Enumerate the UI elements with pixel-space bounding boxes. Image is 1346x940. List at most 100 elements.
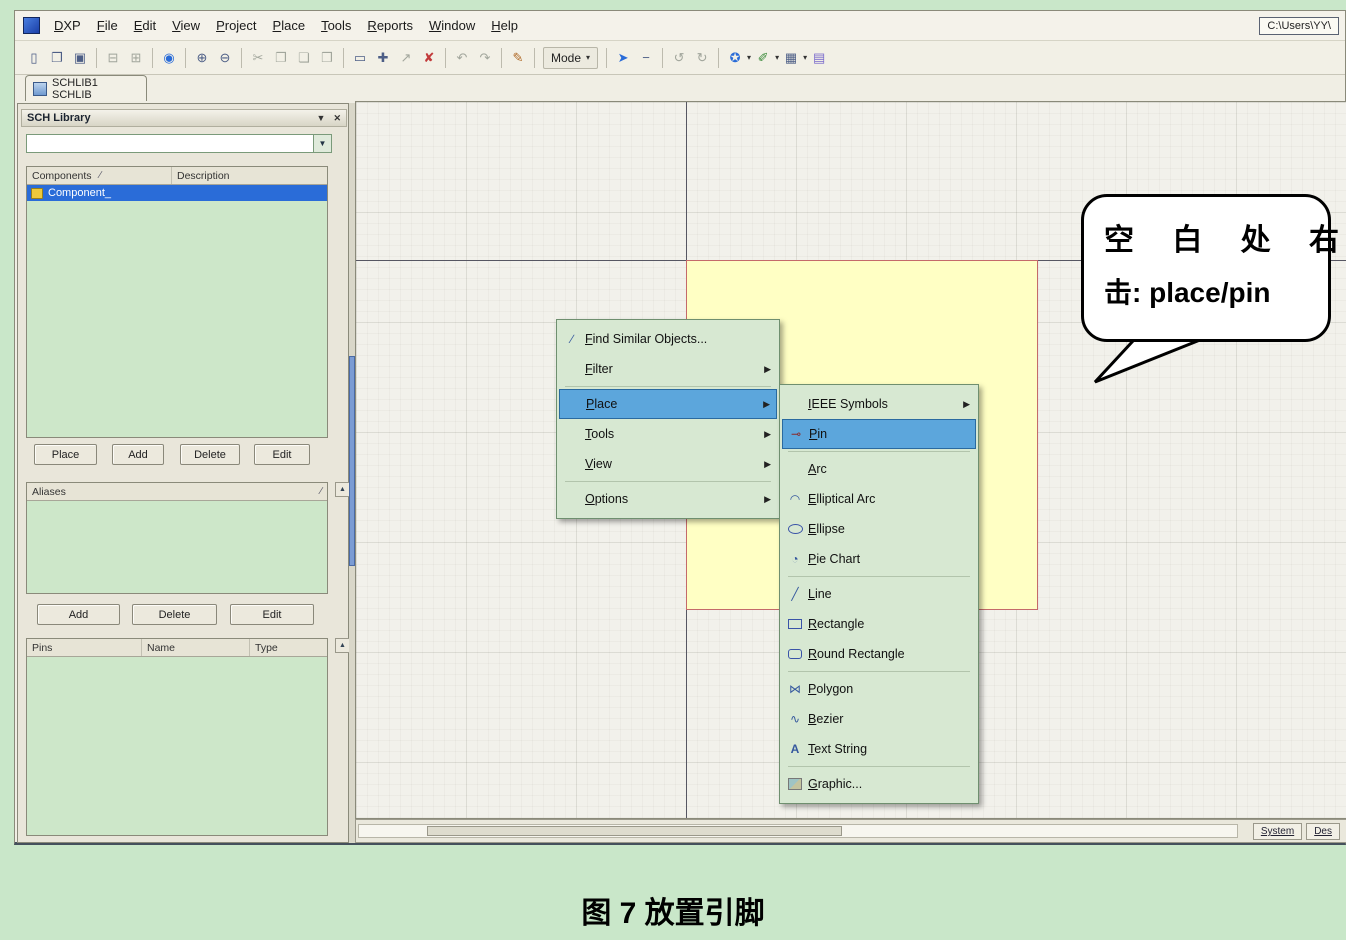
copy-icon[interactable]: ❐ <box>270 47 292 69</box>
components-column-header[interactable]: Components ∕ <box>27 167 172 184</box>
aliases-column-header[interactable]: Aliases ∕ <box>27 483 327 500</box>
menu-item-options[interactable]: Options ▶ <box>559 484 777 514</box>
print-preview-icon[interactable]: ⊞ <box>125 47 147 69</box>
menu-item-label: View <box>585 457 756 471</box>
add-alias-button[interactable]: Add <box>37 604 120 625</box>
menu-item-pie-chart[interactable]: ◔ Pie Chart <box>782 544 976 574</box>
document-tab[interactable]: SCHLIB1 SCHLIB <box>25 75 147 101</box>
zoom-in-icon[interactable]: ⊕ <box>191 47 213 69</box>
brush-icon[interactable]: ✎ <box>507 47 529 69</box>
combo-dropdown-icon[interactable]: ▼ <box>313 135 331 152</box>
place-button[interactable]: Place <box>34 444 97 465</box>
menu-item-text-string[interactable]: A Text String <box>782 734 976 764</box>
menu-file[interactable]: File <box>89 15 126 36</box>
submenu-arrow-icon: ▶ <box>764 429 771 440</box>
chevron-down-icon[interactable]: ▾ <box>747 53 751 62</box>
menu-item-graphic[interactable]: Graphic... <box>782 769 976 799</box>
pins-list[interactable]: Pins Name Type <box>26 638 328 836</box>
rotate-left-icon[interactable]: ↺ <box>668 47 690 69</box>
component-list-item-selected[interactable]: Component_ <box>27 185 327 201</box>
menu-place[interactable]: Place <box>265 15 314 36</box>
grid-icon[interactable]: ▦ <box>780 47 802 69</box>
move-icon[interactable]: ✚ <box>372 47 394 69</box>
toolbar-separator <box>96 48 97 68</box>
description-column-header[interactable]: Description <box>172 167 327 184</box>
add-component-button[interactable]: Add <box>112 444 164 465</box>
menu-item-pin[interactable]: ⊸ Pin <box>782 419 976 449</box>
scroll-up-icon[interactable]: ▲ <box>335 482 350 497</box>
horizontal-scrollbar[interactable] <box>358 824 1238 838</box>
drag-icon[interactable]: ↗ <box>395 47 417 69</box>
menu-view[interactable]: View <box>164 15 208 36</box>
menu-item-filter[interactable]: Filter ▶ <box>559 354 777 384</box>
aliases-list[interactable]: Aliases ∕ <box>26 482 328 594</box>
panel-menu-caret-icon[interactable]: ▼ <box>317 113 326 123</box>
menu-item-round-rectangle[interactable]: Round Rectangle <box>782 639 976 669</box>
menu-item-polygon[interactable]: ⋈ Polygon <box>782 674 976 704</box>
toolbar-separator <box>606 48 607 68</box>
menu-edit[interactable]: Edit <box>126 15 164 36</box>
cut-icon[interactable]: ✂ <box>247 47 269 69</box>
print-icon[interactable]: ⊟ <box>102 47 124 69</box>
scroll-up-icon[interactable]: ▲ <box>335 638 350 653</box>
panel-close-icon[interactable]: ✕ <box>333 113 341 124</box>
pencil-icon[interactable]: ✐ <box>752 47 774 69</box>
menu-window[interactable]: Window <box>421 15 483 36</box>
type-column-header[interactable]: Type <box>250 639 327 656</box>
toolbar: ▯ ❐ ▣ ⊟ ⊞ ◉ ⊕ ⊖ ✂ ❐ ❏ ❒ ▭ ✚ ↗ ✘ ↶ ↷ ✎ <box>15 41 1345 75</box>
edit-component-button[interactable]: Edit <box>254 444 310 465</box>
sch-library-panel: SCH Library ▼ ✕ ▼ Components ∕ Descripti… <box>17 103 349 843</box>
save-icon[interactable]: ▣ <box>69 47 91 69</box>
design-panels-tab[interactable]: Des <box>1306 823 1340 840</box>
chevron-down-icon[interactable]: ▾ <box>775 53 779 62</box>
menu-item-view[interactable]: View ▶ <box>559 449 777 479</box>
name-column-header[interactable]: Name <box>142 639 250 656</box>
delete-component-button[interactable]: Delete <box>180 444 240 465</box>
menu-item-arc[interactable]: Arc <box>782 454 976 484</box>
menu-item-place[interactable]: Place ▶ <box>559 389 777 419</box>
toolbar-separator <box>534 48 535 68</box>
selection-icon[interactable]: ▭ <box>349 47 371 69</box>
zoom-out-icon[interactable]: ⊖ <box>214 47 236 69</box>
component-filter-input[interactable] <box>27 135 313 152</box>
forward-icon[interactable]: ➤ <box>612 47 634 69</box>
redo-icon[interactable]: ↷ <box>474 47 496 69</box>
menu-item-ellipse[interactable]: Ellipse <box>782 514 976 544</box>
menu-project[interactable]: Project <box>208 15 264 36</box>
clear-filter-icon[interactable]: ✘ <box>418 47 440 69</box>
aliases-list-header: Aliases ∕ <box>27 483 327 501</box>
menu-reports[interactable]: Reports <box>359 15 421 36</box>
paste-icon[interactable]: ❏ <box>293 47 315 69</box>
rotate-right-icon[interactable]: ↻ <box>691 47 713 69</box>
menu-help[interactable]: Help <box>483 15 526 36</box>
menu-item-elliptical-arc[interactable]: ◠ Elliptical Arc <box>782 484 976 514</box>
undo-icon[interactable]: ↶ <box>451 47 473 69</box>
browse-icon[interactable]: ◉ <box>158 47 180 69</box>
new-document-icon[interactable]: ▯ <box>23 47 45 69</box>
menu-item-find-similar-objects[interactable]: ∕ Find Similar Objects... <box>559 324 777 354</box>
delete-alias-button[interactable]: Delete <box>132 604 217 625</box>
utility-icon[interactable]: ✪ <box>724 47 746 69</box>
menu-item-line[interactable]: ╱ Line <box>782 579 976 609</box>
horizontal-scrollbar-thumb[interactable] <box>427 826 842 836</box>
image-icon[interactable]: ▤ <box>808 47 830 69</box>
system-panels-tab[interactable]: System <box>1253 823 1302 840</box>
paste-array-icon[interactable]: ❒ <box>316 47 338 69</box>
submenu-arrow-icon: ▶ <box>764 459 771 470</box>
menu-item-ieee-symbols[interactable]: IEEE Symbols ▶ <box>782 389 976 419</box>
menu-item-rectangle[interactable]: Rectangle <box>782 609 976 639</box>
app-logo-icon <box>23 17 40 34</box>
edit-alias-button[interactable]: Edit <box>230 604 314 625</box>
chevron-down-icon[interactable]: ▾ <box>803 53 807 62</box>
menu-item-tools[interactable]: Tools ▶ <box>559 419 777 449</box>
mode-dropdown[interactable]: Mode ▾ <box>543 47 598 69</box>
menu-item-bezier[interactable]: ∿ Bezier <box>782 704 976 734</box>
pins-column-header[interactable]: Pins <box>27 639 142 656</box>
remove-icon[interactable]: − <box>635 47 657 69</box>
components-list[interactable]: Components ∕ Description Component_ <box>26 166 328 438</box>
component-filter-combo: ▼ <box>26 134 332 153</box>
menu-tools[interactable]: Tools <box>313 15 359 36</box>
open-icon[interactable]: ❐ <box>46 47 68 69</box>
sort-indicator-icon: ∕ <box>100 170 102 181</box>
menu-dxp[interactable]: DXP <box>46 15 89 36</box>
